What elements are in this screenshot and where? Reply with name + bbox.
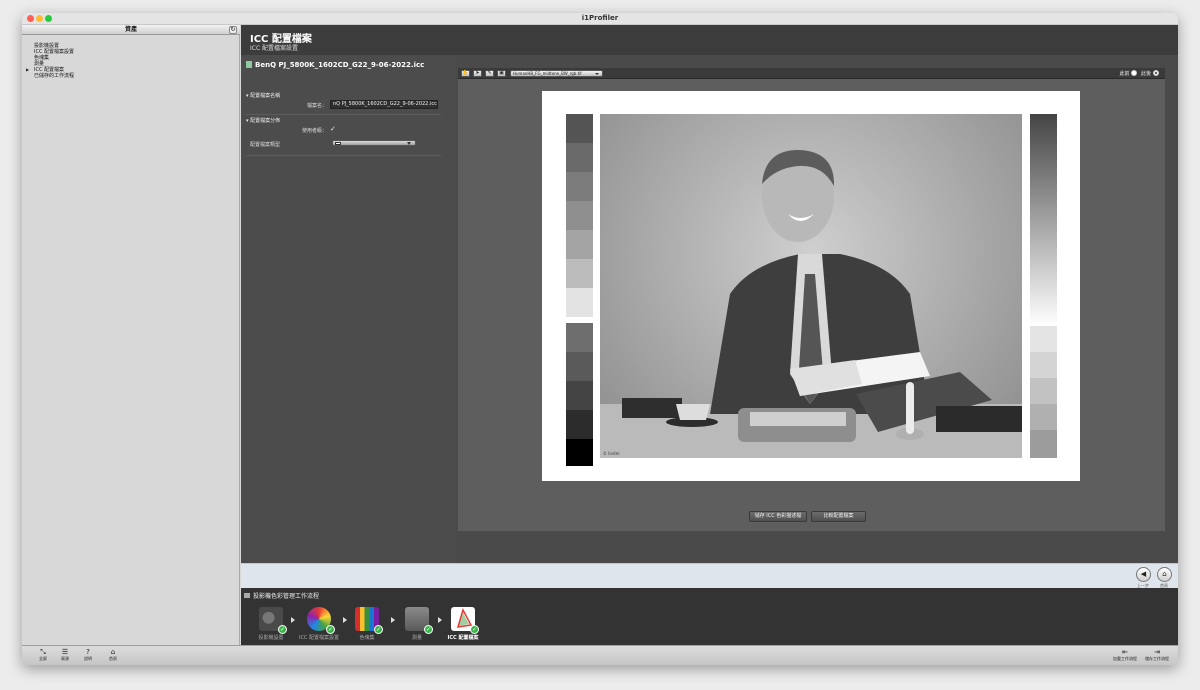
icc-settings-icon: ✓ bbox=[307, 607, 335, 634]
file-name-label: 檔案名： bbox=[306, 103, 327, 109]
page-header: ICC 配置檔案 ICC 配置檔案設置 bbox=[241, 25, 1178, 55]
portrait-image bbox=[600, 149, 1022, 458]
section-profile-name-label: 配置檔案名稱 bbox=[250, 93, 281, 99]
icc-profile-icon: ✓ bbox=[451, 607, 479, 634]
divider bbox=[246, 114, 441, 115]
profile-type-select[interactable] bbox=[332, 140, 416, 146]
profile-file-name: BenQ PJ_5800K_1602CD_G22_9-06-2022.icc bbox=[255, 61, 425, 69]
profile-type-swatch bbox=[335, 142, 341, 145]
home-button[interactable]: ⌂ 首頁 bbox=[98, 648, 128, 662]
projector-icon bbox=[244, 593, 250, 598]
navigation-bar: ◀ 上一步 ⌂ 首頁 bbox=[241, 563, 1178, 588]
profile-settings-panel: BenQ PJ_5800K_1602CD_G22_9-06-2022.icc ▾… bbox=[241, 55, 456, 563]
eyedropper-tool-icon[interactable]: ✎ bbox=[485, 70, 494, 77]
title-bar: i1Profiler bbox=[22, 13, 1178, 25]
assets-sidebar: 資產 ↻ 投影機設置 ICC 配置檔案設置 色塊集 測量 ICC 配置檔案 已儲… bbox=[22, 25, 240, 645]
bottom-toolbar: ⤡ 全屏 ☰ 資源 ? 說明 ⌂ 首頁 ⇤ 加載工作流程 ⇥ 儲存工作流程 bbox=[22, 645, 1178, 665]
home-icon: ⌂ bbox=[110, 648, 116, 656]
save-workflow-button[interactable]: ⇥ 儲存工作流程 bbox=[1142, 648, 1172, 662]
load-workflow-label: 加載工作流程 bbox=[1113, 656, 1137, 661]
profile-preview: ✋ ➤ ✎ ▣ HumanHB_FG_midtone_BW_rgb.tif 此前… bbox=[458, 68, 1165, 531]
load-workflow-icon: ⇤ bbox=[1122, 648, 1128, 656]
user-level-checkbox[interactable]: ✓ bbox=[330, 125, 336, 133]
sidebar-title: 資產 bbox=[124, 26, 137, 33]
home-label: 首頁 bbox=[109, 656, 117, 661]
load-workflow-button[interactable]: ⇤ 加載工作流程 bbox=[1110, 648, 1140, 662]
before-after-toggle: 此前 此後 bbox=[1119, 70, 1161, 78]
grayscale-gradient-strip bbox=[1030, 114, 1057, 458]
check-icon: ✓ bbox=[424, 625, 433, 634]
preview-image-select[interactable]: HumanHB_FG_midtone_BW_rgb.tif bbox=[510, 70, 603, 77]
workflow-bar: 投影機色彩管理工作流程 ✓ 投影機設置 ✓ ICC 配置檔案設置 ✓ 色塊集 ✓… bbox=[241, 588, 1178, 645]
save-workflow-icon: ⇥ bbox=[1154, 648, 1160, 656]
sidebar-list: 投影機設置 ICC 配置檔案設置 色塊集 測量 ICC 配置檔案 已儲存的工作流… bbox=[26, 43, 74, 79]
refresh-icon[interactable]: ↻ bbox=[229, 26, 237, 34]
grayscale-step-strip bbox=[566, 114, 593, 466]
workflow-title-text: 投影機色彩管理工作流程 bbox=[253, 593, 320, 600]
window-title: i1Profiler bbox=[581, 14, 619, 22]
section-profile-distribution-label: 配置檔案分佈 bbox=[250, 118, 281, 124]
patch-set-icon: ✓ bbox=[355, 607, 383, 634]
projector-setup-icon: ✓ bbox=[259, 607, 287, 634]
workflow-title: 投影機色彩管理工作流程 bbox=[244, 591, 319, 600]
sidebar-item-saved-workflows[interactable]: 已儲存的工作流程 bbox=[26, 73, 74, 79]
save-workflow-label: 儲存工作流程 bbox=[1145, 656, 1169, 661]
preview-photo: © lindm bbox=[600, 114, 1022, 458]
preview-sheet: © lindm bbox=[542, 91, 1080, 481]
radio-after-label: 此後 bbox=[1140, 71, 1151, 77]
workflow-step-label: ICC 配置檔案 bbox=[447, 635, 479, 641]
main-area: ICC 配置檔案 ICC 配置檔案設置 BenQ PJ_5800K_1602CD… bbox=[241, 25, 1178, 645]
check-icon: ✓ bbox=[326, 625, 335, 634]
radio-before[interactable] bbox=[1131, 70, 1138, 76]
radio-after[interactable] bbox=[1153, 70, 1159, 76]
back-button[interactable]: ◀ bbox=[1136, 567, 1151, 582]
user-level-label: 使用者級： bbox=[301, 128, 327, 134]
check-icon: ✓ bbox=[374, 625, 383, 634]
pointer-tool-icon[interactable]: ➤ bbox=[473, 70, 482, 77]
compare-profiles-button[interactable]: 比較配置檔案 bbox=[811, 511, 866, 522]
home-nav-button[interactable]: ⌂ bbox=[1157, 567, 1172, 582]
divider bbox=[246, 155, 441, 156]
photo-credit: © lindm bbox=[603, 451, 620, 456]
section-profile-name[interactable]: ▾ 配置檔案名稱 bbox=[246, 92, 280, 99]
hand-tool-icon[interactable]: ✋ bbox=[461, 70, 470, 77]
preview-toolbar: ✋ ➤ ✎ ▣ HumanHB_FG_midtone_BW_rgb.tif 此前… bbox=[458, 68, 1165, 79]
measurement-icon: ✓ bbox=[405, 607, 433, 634]
save-icc-profile-button[interactable]: 儲存 ICC 色彩描述檔 bbox=[749, 511, 807, 522]
file-icon bbox=[246, 61, 252, 68]
radio-before-label: 此前 bbox=[1119, 71, 1130, 77]
profile-file-title: BenQ PJ_5800K_1602CD_G22_9-06-2022.icc bbox=[246, 61, 424, 69]
page-subtitle: ICC 配置檔案設置 bbox=[250, 45, 299, 52]
profile-type-label: 配置檔案類型 bbox=[250, 142, 281, 148]
check-icon: ✓ bbox=[278, 625, 287, 634]
section-profile-distribution[interactable]: ▾ 配置檔案分佈 bbox=[246, 117, 280, 124]
file-name-input[interactable]: nQ PJ_5800K_1602CD_G22_9-06-2022.icc bbox=[330, 100, 438, 109]
image-tool-icon[interactable]: ▣ bbox=[497, 70, 506, 77]
check-icon: ✓ bbox=[470, 625, 479, 634]
workflow-step-icc-profile[interactable]: ✓ ICC 配置檔案 bbox=[433, 607, 493, 645]
app-window: i1Profiler 資產 ↻ 投影機設置 ICC 配置檔案設置 色塊集 測量 … bbox=[22, 13, 1178, 665]
sidebar-header: 資產 ↻ bbox=[22, 25, 240, 35]
